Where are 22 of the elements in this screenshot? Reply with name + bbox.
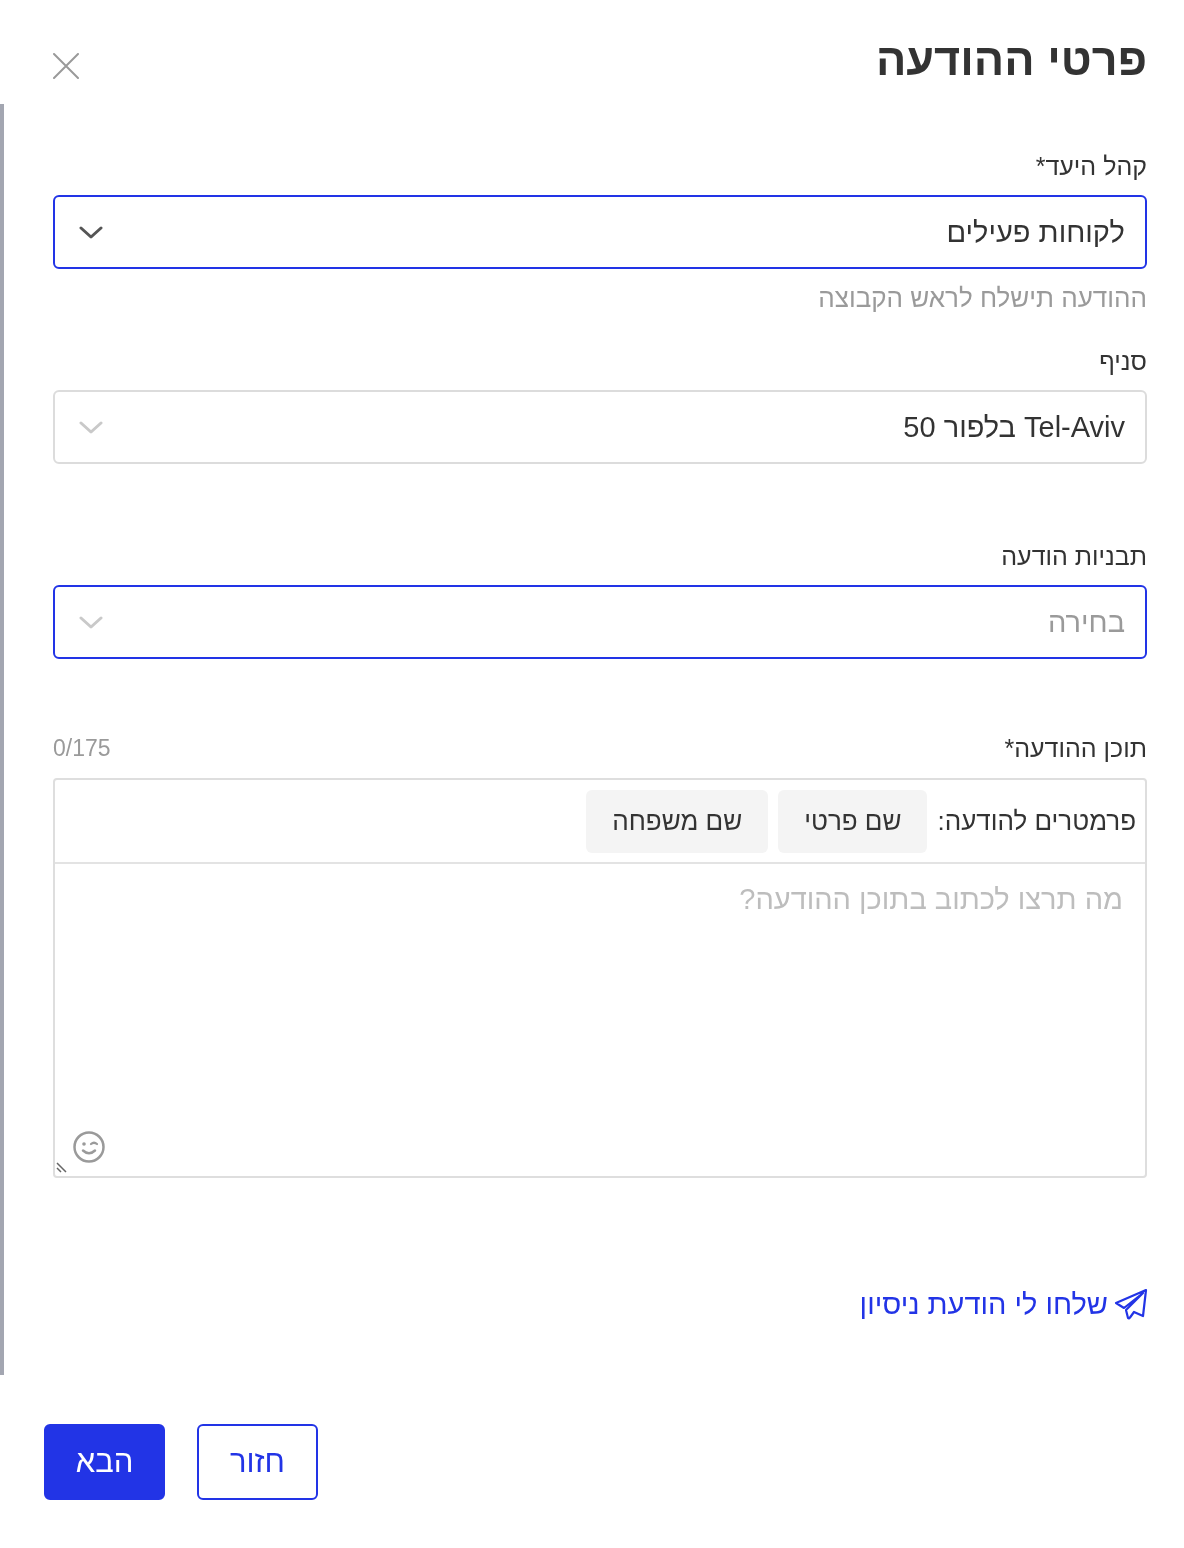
dialog-title: פרטי ההודעה bbox=[875, 36, 1147, 84]
field-label: תוכן ההודעה* bbox=[1004, 734, 1147, 762]
chevron-down-icon bbox=[79, 615, 103, 629]
field-label: תבניות הודעה bbox=[1001, 542, 1147, 570]
field-label: סניף bbox=[1099, 347, 1147, 375]
field-label: קהל היעד* bbox=[1035, 152, 1147, 180]
dropdown-select[interactable]: לקוחות פעילים bbox=[53, 195, 1147, 269]
send-test-link[interactable]: שלחו לי הודעת ניסיון bbox=[859, 1288, 1148, 1320]
chevron-down-icon bbox=[79, 420, 103, 434]
character-counter: 0/175 bbox=[53, 734, 111, 762]
chevron-down-icon bbox=[79, 225, 103, 239]
message-editor[interactable]: פרמטרים להודעה: שם פרטי שם משפחה מה תרצו לכתוב בתוכן ההודעה? bbox=[53, 778, 1147, 1178]
parameter-chip[interactable]: שם משפחה bbox=[586, 789, 769, 853]
paper-plane-icon bbox=[1114, 1288, 1148, 1320]
close-button[interactable] bbox=[53, 53, 79, 79]
parameter-chip[interactable]: שם פרטי bbox=[778, 789, 928, 853]
winking-smiley-icon[interactable] bbox=[73, 1131, 105, 1163]
back-button[interactable]: חזור bbox=[197, 1424, 318, 1500]
close-icon bbox=[53, 53, 79, 79]
field-hint: ההודעה תישלח לראש הקבוצה bbox=[818, 284, 1147, 312]
next-button[interactable]: הבא bbox=[44, 1424, 165, 1500]
parameters-label: פרמטרים להודעה: bbox=[937, 806, 1136, 836]
